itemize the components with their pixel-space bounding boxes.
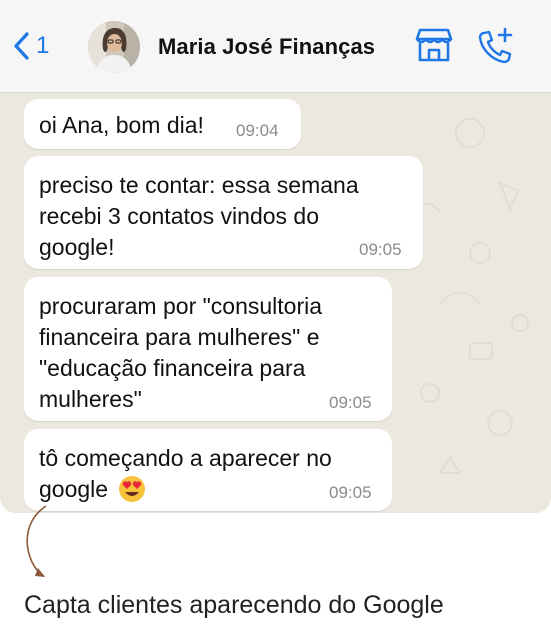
message-text: oi Ana, bom dia! [39, 112, 204, 138]
curved-arrow-icon [26, 505, 47, 577]
chat-screen: 1 Maria José Finanças oi Ana, bom dia! 0… [0, 0, 551, 513]
avatar[interactable] [88, 21, 140, 73]
storefront-icon [415, 28, 453, 62]
message-line-text: google [39, 476, 109, 502]
message-time: 09:05 [359, 240, 402, 259]
message-text: tô começando a aparecer no google [39, 443, 332, 505]
unread-count: 1 [36, 32, 50, 59]
message-line: procuraram por "consultoria [39, 293, 323, 319]
add-call-button[interactable] [478, 27, 514, 70]
message-line: financeira para mulheres" e [39, 324, 320, 350]
message-line: preciso te contar: essa semana [39, 172, 359, 198]
message-bubble[interactable]: oi Ana, bom dia! 09:04 [24, 99, 301, 149]
message-line: mulheres" [39, 386, 142, 412]
chevron-left-icon [14, 32, 29, 60]
message-line: google! [39, 234, 115, 260]
chat-header: 1 Maria José Finanças [0, 0, 551, 93]
message-bubble[interactable]: procuraram por "consultoria financeira p… [24, 277, 392, 421]
message-line: "educação financeira para [39, 355, 306, 381]
heart-eyes-emoji-icon [119, 475, 146, 502]
message-text: procuraram por "consultoria financeira p… [39, 291, 322, 415]
message-line: recebi 3 contatos vindos do [39, 203, 320, 229]
message-text: preciso te contar: essa semana recebi 3 … [39, 170, 359, 263]
caption: Capta clientes aparecendo do Google [24, 591, 444, 619]
message-line: tô começando a aparecer no [39, 445, 332, 471]
message-time: 09:05 [329, 393, 372, 412]
message-bubble[interactable]: tô começando a aparecer no google 09:05 [24, 429, 392, 511]
message-bubble[interactable]: preciso te contar: essa semana recebi 3 … [24, 156, 423, 269]
contact-name[interactable]: Maria José Finanças [158, 34, 375, 60]
message-time: 09:04 [236, 121, 279, 140]
business-catalog-button[interactable] [415, 27, 453, 68]
message-time: 09:05 [329, 483, 372, 502]
phone-plus-icon [478, 27, 513, 64]
message-list: oi Ana, bom dia! 09:04 preciso te contar… [0, 93, 551, 513]
message-line: google [39, 474, 332, 505]
back-button[interactable]: 1 [12, 31, 49, 61]
